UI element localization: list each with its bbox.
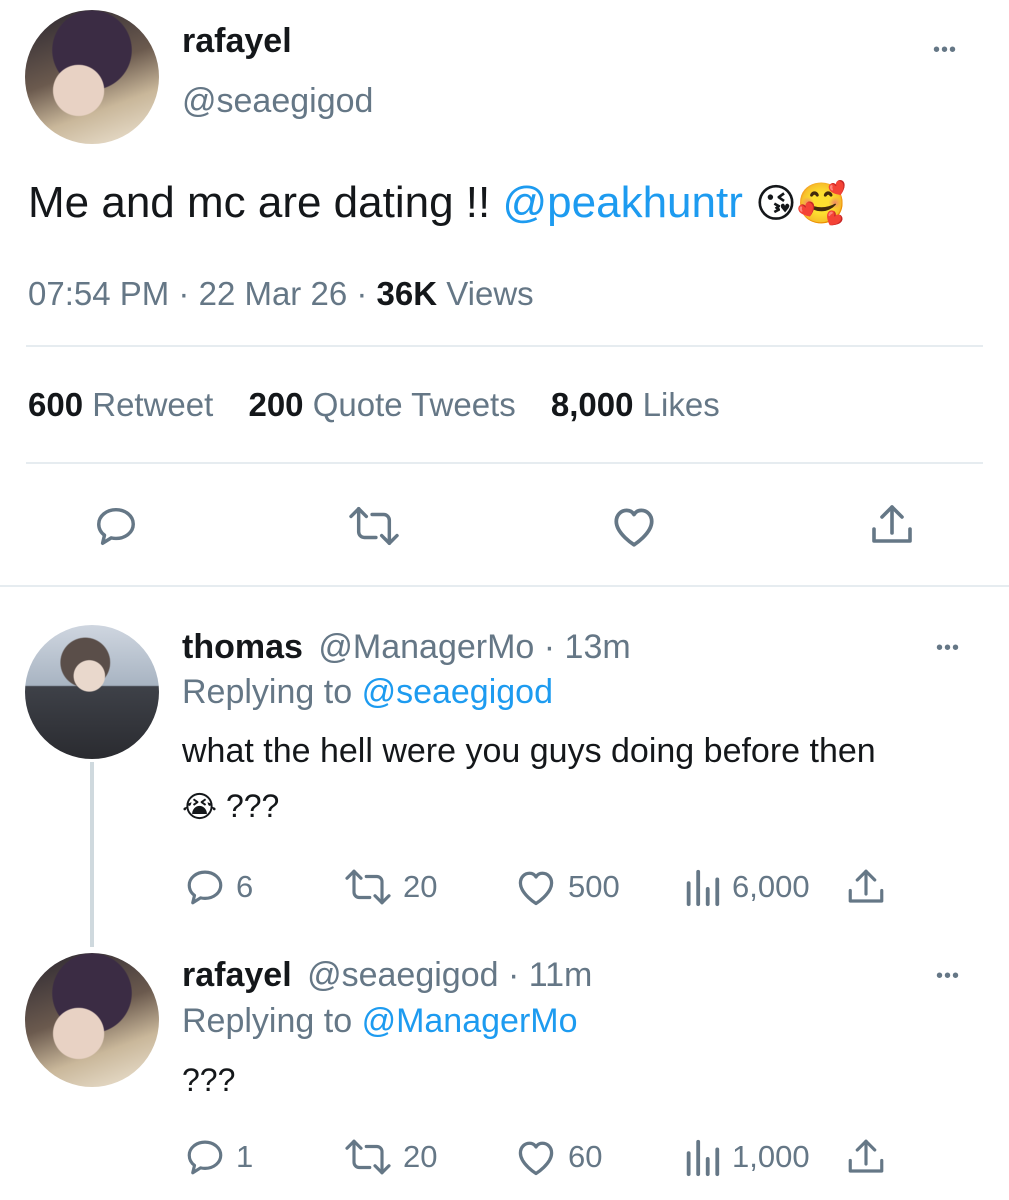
meta-separator: · (507, 956, 520, 994)
more-options-icon[interactable]: ••• (936, 966, 960, 986)
like-button[interactable]: 60 (514, 1136, 602, 1178)
reply-button[interactable]: 6 (184, 866, 253, 908)
views-count: 36K (376, 275, 438, 312)
quote-count: 200 (248, 386, 304, 423)
display-name[interactable]: thomas (182, 628, 303, 666)
reply-time[interactable]: 11m (529, 956, 593, 994)
divider (26, 345, 983, 347)
mention-link[interactable]: @peakhuntr (502, 178, 742, 227)
like-button[interactable]: 500 (514, 866, 620, 908)
retweet-button[interactable]: 20 (343, 1136, 437, 1178)
engagement-stats: 600 Retweet 200 Quote Tweets 8,000 Likes (28, 386, 720, 424)
replying-mention[interactable]: @seaegigod (362, 673, 553, 711)
reply-text: what the hell were you guys doing before… (182, 732, 876, 770)
reply-time[interactable]: 13m (565, 628, 631, 666)
meta-separator: · (356, 275, 368, 312)
handle[interactable]: @seaegigod (182, 82, 373, 121)
reply-button[interactable] (93, 503, 139, 549)
retweet-count: 20 (403, 1139, 438, 1174)
retweets-stat[interactable]: 600 Retweet (28, 386, 222, 423)
replying-label: Replying to (182, 1002, 353, 1040)
views-button[interactable]: 6,000 (682, 866, 810, 908)
meta-separator: · (178, 275, 190, 312)
heart-icon (518, 1141, 554, 1176)
retweet-label: Retweet (92, 386, 214, 423)
replying-to: Replying to @ManagerMo (182, 1002, 578, 1041)
share-button[interactable] (868, 501, 916, 549)
retweet-button[interactable]: 20 (343, 866, 437, 908)
more-options-icon[interactable]: ••• (933, 40, 957, 60)
likes-stat[interactable]: 8,000 Likes (551, 386, 720, 423)
share-button[interactable] (845, 866, 887, 908)
analytics-icon (686, 869, 720, 907)
heart-icon (518, 871, 554, 906)
tweet-body: Me and mc are dating !! (28, 178, 491, 227)
reply-button[interactable]: 1 (184, 1136, 253, 1178)
reply-icon (187, 870, 223, 905)
tweet-meta: 07:54 PM · 22 Mar 26 · 36K Views (28, 275, 534, 313)
reply-count: 6 (236, 869, 254, 904)
reply-icon (187, 1140, 223, 1175)
reply-text-tail: ??? (225, 788, 280, 824)
avatar[interactable] (25, 625, 159, 759)
views-button[interactable]: 1,000 (682, 1136, 810, 1178)
share-button[interactable] (845, 1136, 887, 1178)
share-icon (848, 1139, 884, 1173)
display-name[interactable]: rafayel (182, 22, 292, 61)
replying-to: Replying to @seaegigod (182, 673, 553, 712)
avatar[interactable] (25, 953, 159, 1087)
meta-separator: · (543, 628, 556, 666)
like-button[interactable] (609, 503, 659, 549)
retweet-count: 600 (28, 386, 84, 423)
reply-header: thomas @ManagerMo · 13m (182, 628, 631, 667)
like-count: 60 (568, 1139, 603, 1174)
view-count: 1,000 (732, 1139, 810, 1174)
quote-label: Quote Tweets (312, 386, 516, 423)
thread-line (90, 762, 94, 947)
retweet-icon (345, 1139, 391, 1175)
like-label: Likes (642, 386, 720, 423)
tweet-text: Me and mc are dating !! @peakhuntr 😘🥰 (28, 178, 847, 228)
divider (0, 585, 1009, 587)
tweet-time[interactable]: 07:54 PM (28, 275, 169, 312)
retweet-icon (345, 869, 391, 905)
reply-icon (97, 507, 135, 545)
reply-header: rafayel @seaegigod · 11m (182, 956, 592, 995)
like-count: 500 (568, 869, 620, 904)
display-name[interactable]: rafayel (182, 956, 292, 994)
retweet-icon (349, 507, 399, 545)
quotes-stat[interactable]: 200 Quote Tweets (248, 386, 524, 423)
analytics-icon (686, 1139, 720, 1177)
divider (26, 462, 983, 464)
reply-text: ??? (182, 1062, 236, 1098)
tweet-emoji: 😘🥰 (755, 182, 847, 226)
heart-icon (614, 508, 654, 547)
views-label: Views (446, 275, 534, 312)
share-icon (872, 505, 912, 543)
view-count: 6,000 (732, 869, 810, 904)
more-options-icon[interactable]: ••• (936, 638, 960, 658)
handle[interactable]: @seaegigod (307, 956, 498, 994)
replying-mention[interactable]: @ManagerMo (362, 1002, 578, 1040)
like-count: 8,000 (550, 386, 634, 423)
reply-text-line2: 😭 ??? (182, 788, 279, 825)
avatar[interactable] (25, 10, 159, 144)
retweet-count: 20 (403, 869, 438, 904)
reply-count: 1 (236, 1139, 254, 1174)
tweet-date[interactable]: 22 Mar 26 (199, 275, 348, 312)
handle[interactable]: @ManagerMo (318, 628, 534, 666)
share-icon (848, 869, 884, 903)
replying-label: Replying to (182, 673, 353, 711)
crying-emoji: 😭 (182, 791, 218, 824)
retweet-button[interactable] (346, 503, 402, 549)
